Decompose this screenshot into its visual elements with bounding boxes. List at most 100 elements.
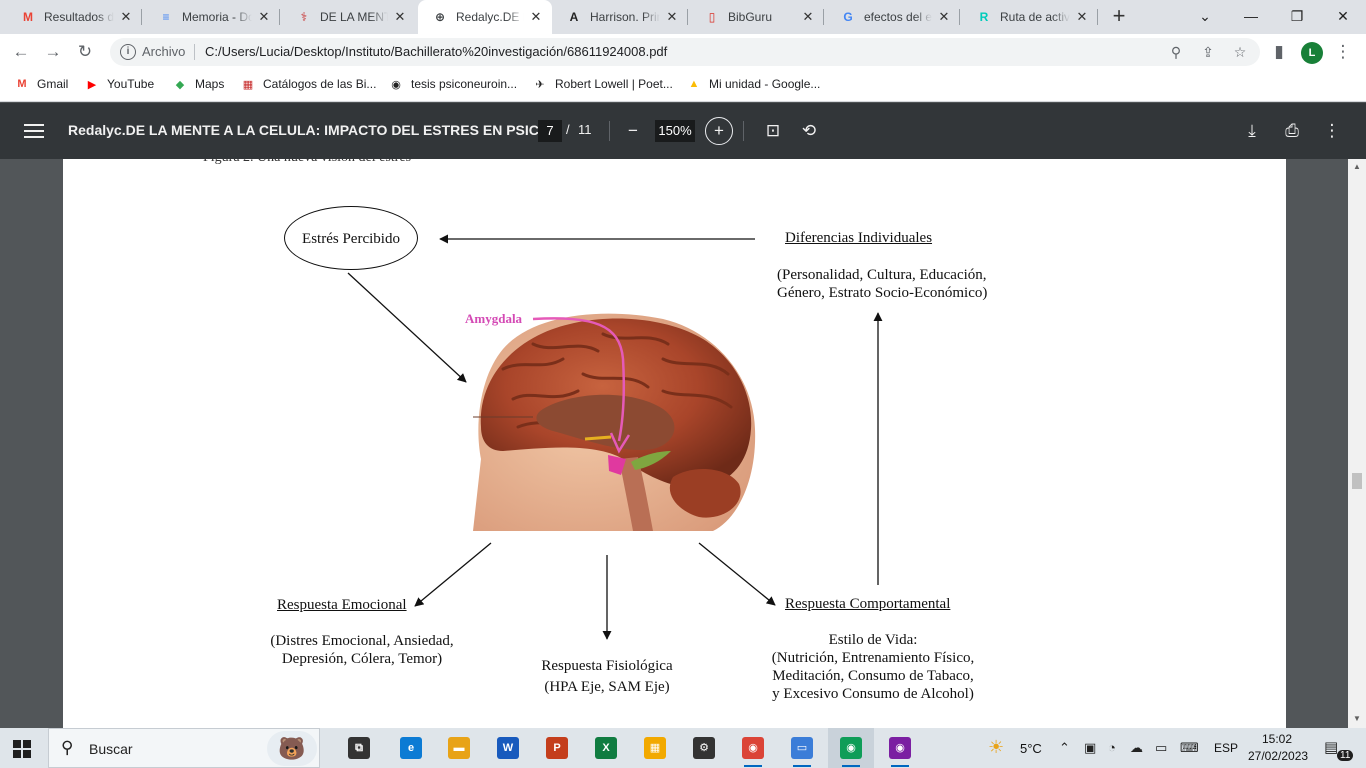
show-hidden-icons[interactable]: ⌃ — [1059, 740, 1070, 756]
taskbar-app[interactable]: ◉ — [730, 728, 776, 768]
tab-title: DE LA MENTE — [320, 10, 388, 24]
scrollbar-thumb[interactable] — [1352, 473, 1362, 489]
clock-date[interactable]: 27/02/2023 — [1248, 749, 1308, 763]
wifi-icon[interactable]: ◔ — [1108, 740, 1116, 755]
weather-icon[interactable]: ☀ — [988, 737, 1004, 758]
bookmark-label: Catálogos de las Bi... — [263, 77, 377, 91]
poetry-icon: ✈ — [535, 78, 545, 91]
scroll-down-icon[interactable]: ▼ — [1353, 714, 1361, 723]
close-tab-icon[interactable]: ✕ — [256, 9, 272, 25]
behavioral-response-title: Respuesta Comportamental — [785, 596, 951, 612]
pdf-page-count: 11 — [578, 122, 592, 137]
bookmark-item[interactable]: M Gmail — [14, 76, 68, 92]
chrome-icon: ◉ — [742, 737, 764, 759]
close-tab-icon[interactable]: ✕ — [800, 9, 816, 25]
close-tab-icon[interactable]: ✕ — [664, 9, 680, 25]
taskbar-app[interactable]: ▭ — [779, 728, 825, 768]
browser-tab[interactable]: R Ruta de activa ✕ — [962, 0, 1098, 34]
behavioral-response-line3: Meditación, Consumo de Tabaco, — [772, 668, 974, 684]
browser-tab[interactable]: ▯ BibGuru ✕ — [690, 0, 824, 34]
browser-tab[interactable]: A Harrison. Prin ✕ — [552, 0, 688, 34]
bookmark-item[interactable]: ▶ YouTube — [84, 76, 154, 92]
address-bar[interactable]: i Archivo C:/Users/Lucia/Desktop/Institu… — [110, 38, 1260, 66]
arrow-brain-to-emotional — [414, 542, 492, 607]
taskbar-app[interactable]: ▦ — [632, 728, 678, 768]
download-icon[interactable]: ⤓ — [1238, 117, 1266, 145]
browser-toolbar: ← → ↻ i Archivo C:/Users/Lucia/Desktop/I… — [0, 34, 1366, 70]
notification-icon[interactable]: ▤ — [1324, 738, 1338, 756]
zoom-out-icon[interactable]: − — [619, 117, 647, 145]
close-tab-icon[interactable]: ✕ — [528, 9, 544, 25]
taskbar-search-placeholder: Buscar — [89, 741, 133, 757]
close-window-icon[interactable]: ✕ — [1320, 0, 1366, 34]
taskbar-app[interactable]: ◉ — [877, 728, 923, 768]
browser-tab[interactable]: M Resultados de ✕ — [6, 0, 142, 34]
bookmark-item[interactable]: ✈ Robert Lowell | Poet... — [532, 76, 672, 92]
taskbar-app[interactable]: ⧉ — [336, 728, 382, 768]
fit-to-page-icon[interactable]: ⊡ — [759, 117, 787, 145]
keyboard-icon[interactable]: ⌨ — [1180, 740, 1199, 756]
taskbar-search[interactable]: ⚲ Buscar 🐻 — [48, 728, 320, 768]
forward-icon[interactable]: → — [40, 39, 66, 65]
weather-temperature[interactable]: 5°C — [1020, 741, 1042, 756]
back-icon[interactable]: ← — [8, 39, 34, 65]
meet-icon[interactable]: ▣ — [1084, 740, 1096, 756]
behavioral-response-line4: y Excesivo Consumo de Alcohol) — [772, 686, 974, 702]
close-tab-icon[interactable]: ✕ — [118, 9, 134, 25]
new-tab-button[interactable]: + — [1106, 4, 1132, 30]
taskbar-app[interactable]: ▬ — [436, 728, 482, 768]
rotate-icon[interactable]: ⟲ — [795, 117, 823, 145]
windows-start-icon[interactable] — [13, 740, 31, 758]
zoom-in-icon[interactable]: + — [705, 117, 733, 145]
chrome-menu-icon[interactable]: ⋮ — [1330, 39, 1356, 65]
bookmark-item[interactable]: ◉ tesis psiconeuroin... — [388, 76, 517, 92]
bookmark-item[interactable]: ◆ Maps — [172, 76, 225, 92]
restore-icon[interactable]: ❐ — [1274, 0, 1320, 34]
browser-tab[interactable]: ⊕ Redalyc.DE LA ✕ — [418, 0, 552, 34]
amygdala-label: Amygdala — [465, 311, 523, 326]
scroll-up-icon[interactable]: ▲ — [1353, 162, 1361, 171]
tab-separator — [959, 9, 960, 25]
bookmark-item[interactable]: ▦ Catálogos de las Bi... — [240, 76, 377, 92]
pdf-menu-icon[interactable] — [24, 121, 44, 141]
tab-search-icon[interactable]: ⌄ — [1182, 0, 1228, 34]
bookmark-item[interactable]: ▲ Mi unidad - Google... — [686, 76, 821, 92]
taskbar-app[interactable]: ◉ — [828, 728, 874, 768]
share-icon[interactable]: ⇪ — [1199, 43, 1217, 61]
pdf-viewer[interactable]: Figura 2. Una nueva visión del estrés — [0, 159, 1348, 728]
close-tab-icon[interactable]: ✕ — [936, 9, 952, 25]
viewer-scrollbar[interactable]: ▲ ▼ — [1348, 159, 1366, 728]
pdf-zoom-input[interactable]: 150% — [655, 120, 695, 142]
language-indicator[interactable]: ESP — [1214, 741, 1238, 755]
physiological-response-line1: Respuesta Fisiológica — [541, 658, 673, 674]
browser-tab[interactable]: Gefectos del es ✕ — [826, 0, 960, 34]
bookmark-label: Maps — [195, 77, 225, 91]
browser-tab[interactable]: ≡ Memoria - Do ✕ — [144, 0, 280, 34]
print-icon[interactable]: ⎙ — [1278, 117, 1306, 145]
close-tab-icon[interactable]: ✕ — [392, 9, 408, 25]
clock-time[interactable]: 15:02 — [1262, 732, 1292, 746]
taskbar-app[interactable]: W — [485, 728, 531, 768]
taskbar-app[interactable]: X — [583, 728, 629, 768]
address-url[interactable]: C:/Users/Lucia/Desktop/Instituto/Bachill… — [205, 44, 667, 59]
reload-icon[interactable]: ↻ — [72, 39, 98, 65]
taskbar-app[interactable]: e — [388, 728, 434, 768]
taskbar-app[interactable]: ⚙ — [681, 728, 727, 768]
taskbar-app[interactable]: P — [534, 728, 580, 768]
browser-tab[interactable]: ⚕ DE LA MENTE ✕ — [282, 0, 416, 34]
close-tab-icon[interactable]: ✕ — [1074, 9, 1090, 25]
onedrive-icon[interactable]: ☁ — [1130, 740, 1143, 756]
redalyc-icon: ⚕ — [300, 10, 308, 24]
pdf-page-input[interactable]: 7 — [538, 120, 562, 142]
google-icon: G — [843, 10, 853, 24]
side-panel-icon[interactable]: ▮ — [1266, 39, 1292, 65]
powerpoint-icon: P — [546, 737, 568, 759]
zoom-icon[interactable]: ⚲ — [1167, 43, 1185, 61]
minimize-icon[interactable]: — — [1228, 0, 1274, 34]
profile-avatar[interactable]: L — [1301, 42, 1323, 64]
pdf-more-icon[interactable]: ⋮ — [1318, 117, 1346, 145]
battery-icon[interactable]: ▭ — [1155, 740, 1167, 756]
bookmark-star-icon[interactable]: ☆ — [1231, 43, 1249, 61]
chrome-profile-l-icon: ◉ — [840, 737, 862, 759]
site-info-icon[interactable]: i — [120, 44, 136, 60]
